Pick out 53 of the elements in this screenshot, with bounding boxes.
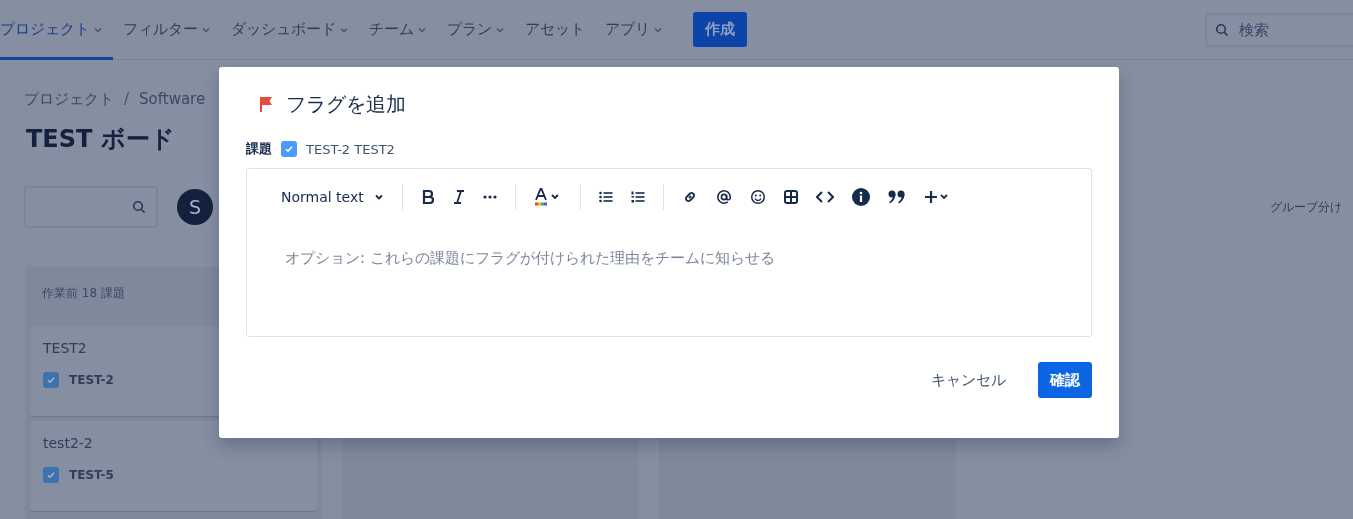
checkbox[interactable]: [43, 372, 59, 388]
nav-menu-item[interactable]: プロジェクト: [0, 0, 113, 60]
flag-icon: [259, 96, 273, 113]
checkmark-icon: [46, 470, 56, 480]
card-title: TEST2: [43, 340, 88, 356]
breadcrumb-link[interactable]: プロジェクト: [24, 90, 114, 109]
bullet-list-icon[interactable]: [598, 191, 613, 203]
issue-key: TEST-5: [69, 468, 114, 482]
italic-icon[interactable]: [452, 189, 465, 205]
nav-menu-item[interactable]: チーム: [359, 0, 437, 60]
checkbox[interactable]: [43, 467, 59, 483]
mention-icon[interactable]: [715, 189, 732, 205]
table-icon[interactable]: [783, 190, 798, 204]
emoji-icon[interactable]: [749, 189, 766, 205]
search-field[interactable]: 検索: [1205, 12, 1353, 47]
code-icon[interactable]: [815, 191, 834, 203]
insert-plus-icon[interactable]: [923, 190, 950, 204]
card-title: test2-2: [43, 435, 94, 451]
create-button[interactable]: 作成: [693, 12, 747, 47]
checkbox[interactable]: [281, 141, 297, 157]
comment-editor[interactable]: Normal text オプション: これらの課題にフラグが付けられた理由をチームに知らせる: [246, 168, 1092, 337]
numbered-list-icon[interactable]: [630, 191, 645, 203]
cancel-button[interactable]: キャンセル: [919, 362, 1018, 398]
confirm-button[interactable]: 確認: [1038, 362, 1092, 398]
search-input[interactable]: 検索: [1237, 19, 1341, 40]
breadcrumb-separator: /: [124, 90, 130, 109]
column-header: 作業前 18 課題: [41, 285, 126, 302]
nav-menu-item[interactable]: ダッシュボード: [221, 0, 359, 60]
board-search-field[interactable]: [24, 186, 158, 228]
checkmark-icon: [284, 144, 294, 154]
quote-icon[interactable]: [887, 190, 906, 204]
nav-menu-item[interactable]: フィルター: [113, 0, 221, 60]
more-icon[interactable]: [482, 195, 497, 199]
checkmark-icon: [46, 375, 56, 385]
issue-name: TEST-2 TEST2: [306, 141, 395, 157]
group-by-label[interactable]: グループ分け: [1270, 198, 1342, 216]
nav-menu-item[interactable]: アセット: [515, 0, 595, 60]
search-icon: [132, 200, 146, 214]
info-icon[interactable]: [851, 188, 870, 206]
user-avatar[interactable]: S: [177, 189, 213, 225]
nav-menu-item[interactable]: プラン: [437, 0, 515, 60]
board-title: TEST ボード: [26, 124, 175, 155]
issue-label: 課題: [246, 140, 272, 158]
text-style-dropdown[interactable]: Normal text: [281, 189, 384, 205]
issue-key: TEST-2: [69, 373, 114, 387]
issue-card[interactable]: test2-2 TEST-5: [30, 421, 317, 511]
search-icon: [1215, 22, 1229, 37]
bold-icon[interactable]: [420, 189, 435, 205]
dialog-title: フラグを追加: [286, 91, 406, 118]
text-color-icon[interactable]: [533, 188, 562, 206]
nav-menu-item[interactable]: アプリ: [595, 0, 673, 60]
breadcrumb-link[interactable]: Software: [139, 90, 206, 109]
chevron-down-icon: [373, 192, 384, 202]
